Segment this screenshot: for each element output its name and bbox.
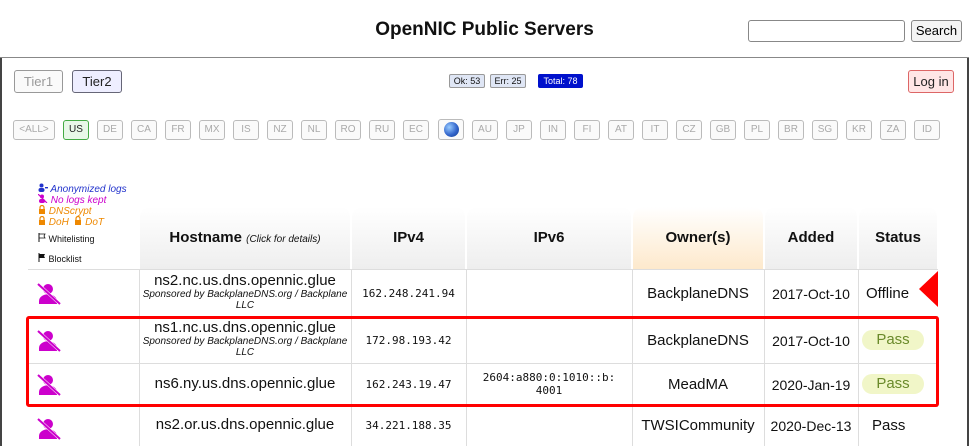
legend-doh-label: DoH — [48, 217, 69, 228]
ok-count-badge[interactable]: Ok: 53 — [449, 74, 485, 88]
added-date: 2017-Oct-10 — [772, 286, 850, 302]
country-filter-mx[interactable]: MX — [199, 120, 225, 140]
country-filter-fi[interactable]: FI — [574, 120, 600, 140]
lock-icon — [39, 215, 45, 225]
country-filter-de[interactable]: DE — [97, 120, 123, 140]
country-filter-ro[interactable]: RO — [335, 120, 361, 140]
sponsor-text: Sponsored by BackplaneDNS.org / Backplan… — [142, 289, 348, 311]
column-header-status[interactable]: Status — [859, 229, 937, 246]
country-filter-it[interactable]: IT — [642, 120, 668, 140]
column-header-ipv6[interactable]: IPv6 — [467, 229, 631, 246]
country-filter-at[interactable]: AT — [608, 120, 634, 140]
no-logs-icon — [37, 418, 61, 440]
country-filter-nl[interactable]: NL — [301, 120, 327, 140]
country-filter-all[interactable]: <ALL> — [13, 120, 55, 140]
country-filter-au[interactable]: AU — [472, 120, 498, 140]
no-logs-icon — [37, 193, 48, 204]
country-filter-cz[interactable]: CZ — [676, 120, 702, 140]
total-count-badge[interactable]: Total: 78 — [538, 74, 583, 88]
flag-icon — [38, 253, 45, 262]
status-pass: Pass — [872, 417, 906, 434]
err-count-badge[interactable]: Err: 25 — [490, 74, 526, 88]
legend-doh: DoH DoT — [38, 215, 105, 228]
row-divider — [28, 269, 938, 270]
owner-name: BackplaneDNS — [647, 285, 749, 302]
added-date: 2020-Dec-13 — [770, 418, 852, 434]
lock-icon — [39, 204, 45, 214]
country-filter-us[interactable]: US — [63, 120, 89, 140]
country-filter-in[interactable]: IN — [540, 120, 566, 140]
pointer-arrow-icon — [919, 271, 938, 307]
country-filter-is[interactable]: IS — [233, 120, 259, 140]
top-bar: OpenNIC Public Servers Search — [0, 0, 969, 58]
country-filter-kr[interactable]: KR — [846, 120, 872, 140]
column-header-owner[interactable]: Owner(s) — [633, 229, 763, 246]
search-button[interactable]: Search — [911, 20, 962, 42]
column-header-added[interactable]: Added — [765, 229, 857, 246]
flag-outline-icon — [38, 233, 46, 242]
legend-blocklist-label: Blocklist — [48, 254, 82, 264]
column-header-hostname[interactable]: Hostname (Click for details) — [140, 229, 350, 246]
legend-whitelisting-label: Whitelisting — [48, 234, 95, 244]
tier1-button[interactable]: Tier1 — [14, 70, 63, 93]
hostname-link[interactable]: ns2.nc.us.dns.opennic.glue Sponsored by … — [140, 273, 350, 312]
country-filter-global[interactable] — [438, 119, 464, 140]
hostname-hint: (Click for details) — [246, 234, 321, 245]
search-input[interactable] — [748, 20, 905, 42]
legend-blocklist: Blocklist — [38, 253, 82, 264]
tier2-button[interactable]: Tier2 — [72, 70, 122, 93]
legend-dot-label: DoT — [85, 217, 105, 228]
country-filter-fr[interactable]: FR — [165, 120, 191, 140]
country-filter-sg[interactable]: SG — [812, 120, 838, 140]
anonymized-icon — [38, 183, 48, 192]
country-filter-gb[interactable]: GB — [710, 120, 736, 140]
country-filter-ca[interactable]: CA — [131, 120, 157, 140]
owner-name: TWSICommunity — [641, 417, 755, 434]
country-filter-ec[interactable]: EC — [403, 120, 429, 140]
ipv4-address: 162.248.241.94 — [362, 287, 455, 300]
globe-icon — [444, 122, 459, 137]
login-button[interactable]: Log in — [908, 70, 954, 93]
status-offline: Offline — [866, 285, 910, 302]
ipv4-address: 34.221.188.35 — [365, 419, 452, 432]
country-filter-ru[interactable]: RU — [369, 120, 395, 140]
country-filter-nz[interactable]: NZ — [267, 120, 293, 140]
country-filter-br[interactable]: BR — [778, 120, 804, 140]
highlight-box — [26, 316, 939, 407]
lock-icon — [75, 215, 82, 225]
legend-whitelisting: Whitelisting — [38, 233, 95, 244]
country-filter-jp[interactable]: JP — [506, 120, 532, 140]
no-logs-icon — [37, 283, 61, 305]
country-filter-pl[interactable]: PL — [744, 120, 770, 140]
country-filter-za[interactable]: ZA — [880, 120, 906, 140]
country-filter-id[interactable]: ID — [914, 120, 940, 140]
column-header-ipv4[interactable]: IPv4 — [352, 229, 465, 246]
hostname-link[interactable]: ns2.or.us.dns.opennic.glue — [140, 417, 350, 433]
